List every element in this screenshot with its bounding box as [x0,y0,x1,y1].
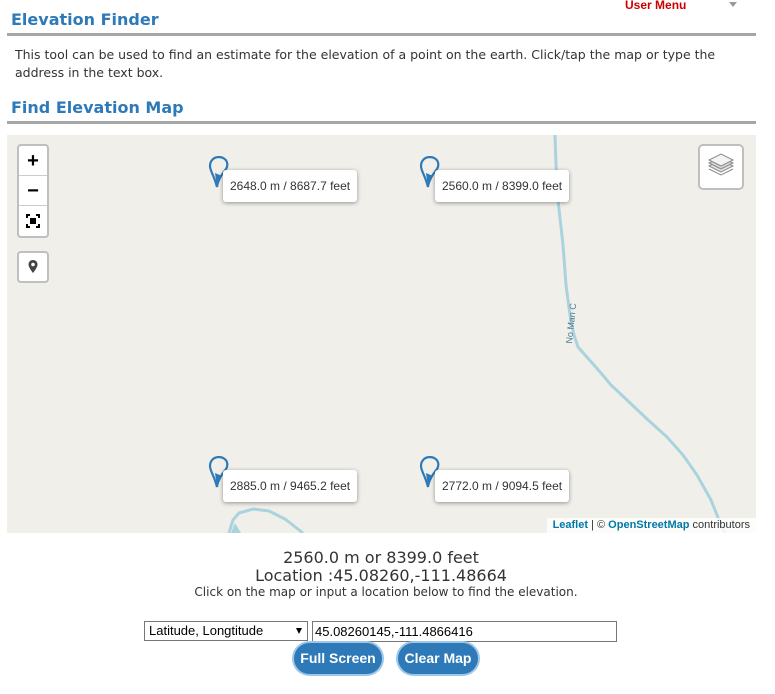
attribution-suffix: contributors [689,519,750,531]
input-type-selected-value: Latitude, Longtitude [149,623,264,638]
section-divider [7,121,756,124]
elevation-result: 2560.0 m or 8399.0 feet [283,548,479,567]
fullscreen-toggle-button[interactable] [19,206,47,236]
fullscreen-icon [26,214,40,228]
location-pin-icon [28,260,38,273]
zoom-in-button[interactable]: + [19,146,47,176]
elevation-map[interactable]: No Man C + − 2648.0 m / 8687.7 feet 2560… [7,135,756,533]
map-attribution: Leaflet | © OpenStreetMap contributors [546,518,756,533]
zoom-out-button[interactable]: − [19,176,47,206]
clear-map-button[interactable]: Clear Map [398,643,478,674]
title-divider [7,33,756,36]
openstreetmap-link[interactable]: OpenStreetMap [608,519,689,531]
attribution-separator: | © [588,519,609,531]
marker-elevation-tooltip: 2885.0 m / 9465.2 feet [223,470,358,502]
leaflet-link[interactable]: Leaflet [553,519,588,531]
location-result: Location :45.08260,-111.48664 [255,566,507,585]
marker-elevation-tooltip: 2560.0 m / 8399.0 feet [435,170,570,202]
instruction-text: Click on the map or input a location bel… [194,585,578,599]
full-screen-button[interactable]: Full Screen [294,643,382,674]
intro-text: This tool can be used to find an estimat… [15,47,716,80]
location-input[interactable]: 45.08260145,-111.4866416 [312,621,617,642]
map-section-title: Find Elevation Map [11,98,184,117]
dropdown-arrow-icon [296,628,302,634]
user-menu-label[interactable]: User Menu [625,0,686,12]
marker-elevation-tooltip: 2772.0 m / 9094.5 feet [435,470,570,502]
locate-button[interactable] [17,251,49,283]
marker-elevation-tooltip: 2648.0 m / 8687.7 feet [223,170,358,202]
map-water-features [227,135,727,533]
input-type-select[interactable]: Latitude, Longtitude [144,621,308,641]
chevron-down-icon[interactable] [729,2,737,7]
layers-icon [707,153,735,176]
layers-button[interactable] [698,144,744,190]
page-title: Elevation Finder [11,10,159,29]
zoom-control: + − [17,144,49,238]
